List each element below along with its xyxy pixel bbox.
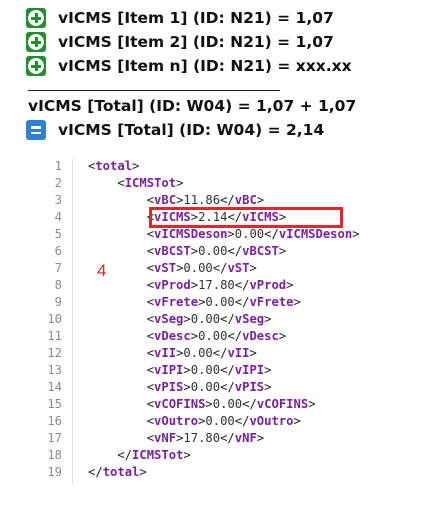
open-tag: total bbox=[95, 159, 133, 173]
open-tag: vBCST bbox=[154, 244, 191, 258]
line-number: 16 bbox=[47, 414, 62, 428]
open-tag: vIPI bbox=[154, 363, 184, 377]
highlight-box bbox=[149, 207, 343, 228]
code-line: 17 <vNF>17.80</vNF> bbox=[28, 430, 264, 447]
summary-text: vICMS [Item n] (ID: N21) = xxx.xx bbox=[58, 57, 352, 75]
result-row: vICMS [Total] (ID: W04) = 2,14 bbox=[26, 118, 324, 142]
code-line: 7 <vST>0.00</vST> bbox=[28, 260, 257, 277]
total-formula: vICMS [Total] (ID: W04) = 1,07 + 1,07 bbox=[28, 97, 357, 115]
open-tag: vSeg bbox=[154, 312, 184, 326]
close-tag: vCOFINS bbox=[256, 397, 309, 411]
line-number: 7 bbox=[54, 261, 62, 275]
close-tag: ICMSTot bbox=[132, 448, 184, 462]
close-tag: vOutro bbox=[249, 414, 294, 428]
summary-row-item-n: vICMS [Item n] (ID: N21) = xxx.xx bbox=[26, 54, 352, 78]
open-tag: vDesc bbox=[154, 329, 191, 343]
close-tag: vICMSDeson bbox=[278, 227, 353, 241]
tag-value: 0.00 bbox=[234, 227, 265, 241]
code-line: 12 <vII>0.00</vII> bbox=[28, 345, 257, 362]
line-number: 17 bbox=[47, 431, 62, 445]
line-number: 14 bbox=[47, 380, 62, 394]
open-tag: ICMSTot bbox=[124, 176, 177, 190]
code-line: 15 <vCOFINS>0.00</vCOFINS> bbox=[28, 396, 315, 413]
open-tag: vICMSDeson bbox=[154, 227, 228, 241]
tag-value: 0.00 bbox=[198, 244, 228, 258]
code-line: 10 <vSeg>0.00</vSeg> bbox=[28, 311, 271, 328]
code-line: 14 <vPIS>0.00</vPIS> bbox=[28, 379, 271, 396]
equals-icon bbox=[26, 120, 46, 140]
open-tag: vCOFINS bbox=[154, 397, 206, 411]
close-tag: total bbox=[102, 465, 140, 479]
line-number: 5 bbox=[54, 227, 62, 241]
close-tag: vBCST bbox=[242, 244, 279, 258]
sum-divider bbox=[28, 90, 280, 91]
close-tag: vFrete bbox=[249, 295, 294, 309]
code-line: 6 <vBCST>0.00</vBCST> bbox=[28, 243, 287, 260]
close-tag: vIPI bbox=[234, 363, 265, 377]
line-number: 3 bbox=[54, 193, 62, 207]
plus-icon bbox=[26, 32, 46, 52]
close-tag: vST bbox=[227, 261, 250, 275]
open-tag: vFrete bbox=[154, 295, 199, 309]
code-line: 19 </total> bbox=[28, 464, 146, 481]
tag-value: 0.00 bbox=[183, 346, 213, 360]
line-number: 4 bbox=[54, 210, 62, 224]
tag-value: 0.00 bbox=[198, 329, 228, 343]
line-number: 11 bbox=[47, 329, 62, 343]
line-number: 10 bbox=[47, 312, 62, 326]
line-number: 9 bbox=[54, 295, 62, 309]
tag-value: 0.00 bbox=[190, 312, 221, 326]
code-line: 1 <total> bbox=[28, 158, 140, 175]
tag-value: 0.00 bbox=[205, 295, 235, 309]
summary-row-item-2: vICMS [Item 2] (ID: N21) = 1,07 bbox=[26, 30, 334, 54]
line-number: 13 bbox=[47, 363, 62, 377]
line-number: 6 bbox=[54, 244, 62, 258]
line-number: 15 bbox=[47, 397, 62, 411]
plus-icon bbox=[26, 8, 46, 28]
tag-value: 0.00 bbox=[205, 414, 235, 428]
plus-icon bbox=[26, 56, 46, 76]
line-number: 18 bbox=[47, 448, 62, 462]
close-tag: vII bbox=[227, 346, 250, 360]
code-line: 11 <vDesc>0.00</vDesc> bbox=[28, 328, 286, 345]
code-line: 8 <vProd>17.80</vProd> bbox=[28, 277, 294, 294]
tag-value: 0.00 bbox=[190, 380, 221, 394]
tag-value: 0.00 bbox=[212, 397, 243, 411]
line-number: 1 bbox=[54, 159, 62, 173]
tag-value: 17.80 bbox=[198, 278, 235, 292]
summary-text: vICMS [Item 2] (ID: N21) = 1,07 bbox=[58, 33, 334, 51]
close-tag: vProd bbox=[249, 278, 287, 292]
tag-value: 17.80 bbox=[183, 431, 221, 445]
open-tag: vPIS bbox=[154, 380, 184, 394]
close-tag: vDesc bbox=[242, 329, 279, 343]
code-line: 2 <ICMSTot> bbox=[28, 175, 184, 192]
line-number: 2 bbox=[54, 176, 62, 190]
open-tag: vOutro bbox=[154, 414, 199, 428]
code-line: 16 <vOutro>0.00</vOutro> bbox=[28, 413, 301, 430]
close-tag: vBC bbox=[234, 193, 257, 207]
open-tag: vST bbox=[154, 261, 177, 275]
summary-row-item-1: vICMS [Item 1] (ID: N21) = 1,07 bbox=[26, 6, 334, 30]
code-line: 18 </ICMSTot> bbox=[28, 447, 190, 464]
line-number: 19 bbox=[47, 465, 62, 479]
line-number: 8 bbox=[54, 278, 62, 292]
tag-value: 11.86 bbox=[183, 193, 221, 207]
annotation-marker: 4 bbox=[97, 261, 107, 280]
open-tag: vBC bbox=[154, 193, 177, 207]
code-line: 5 <vICMSDeson>0.00</vICMSDeson> bbox=[28, 226, 360, 243]
summary-text: vICMS [Item 1] (ID: N21) = 1,07 bbox=[58, 9, 334, 27]
open-tag: vNF bbox=[154, 431, 177, 445]
tag-value: 0.00 bbox=[183, 261, 213, 275]
line-number: 12 bbox=[47, 346, 62, 360]
code-line: 13 <vIPI>0.00</vIPI> bbox=[28, 362, 271, 379]
tag-value: 0.00 bbox=[190, 363, 221, 377]
close-tag: vSeg bbox=[234, 312, 265, 326]
code-line: 9 <vFrete>0.00</vFrete> bbox=[28, 294, 301, 311]
close-tag: vPIS bbox=[234, 380, 265, 394]
result-text: vICMS [Total] (ID: W04) = 2,14 bbox=[58, 121, 325, 139]
open-tag: vII bbox=[154, 346, 177, 360]
close-tag: vNF bbox=[234, 431, 257, 445]
open-tag: vProd bbox=[154, 278, 191, 292]
